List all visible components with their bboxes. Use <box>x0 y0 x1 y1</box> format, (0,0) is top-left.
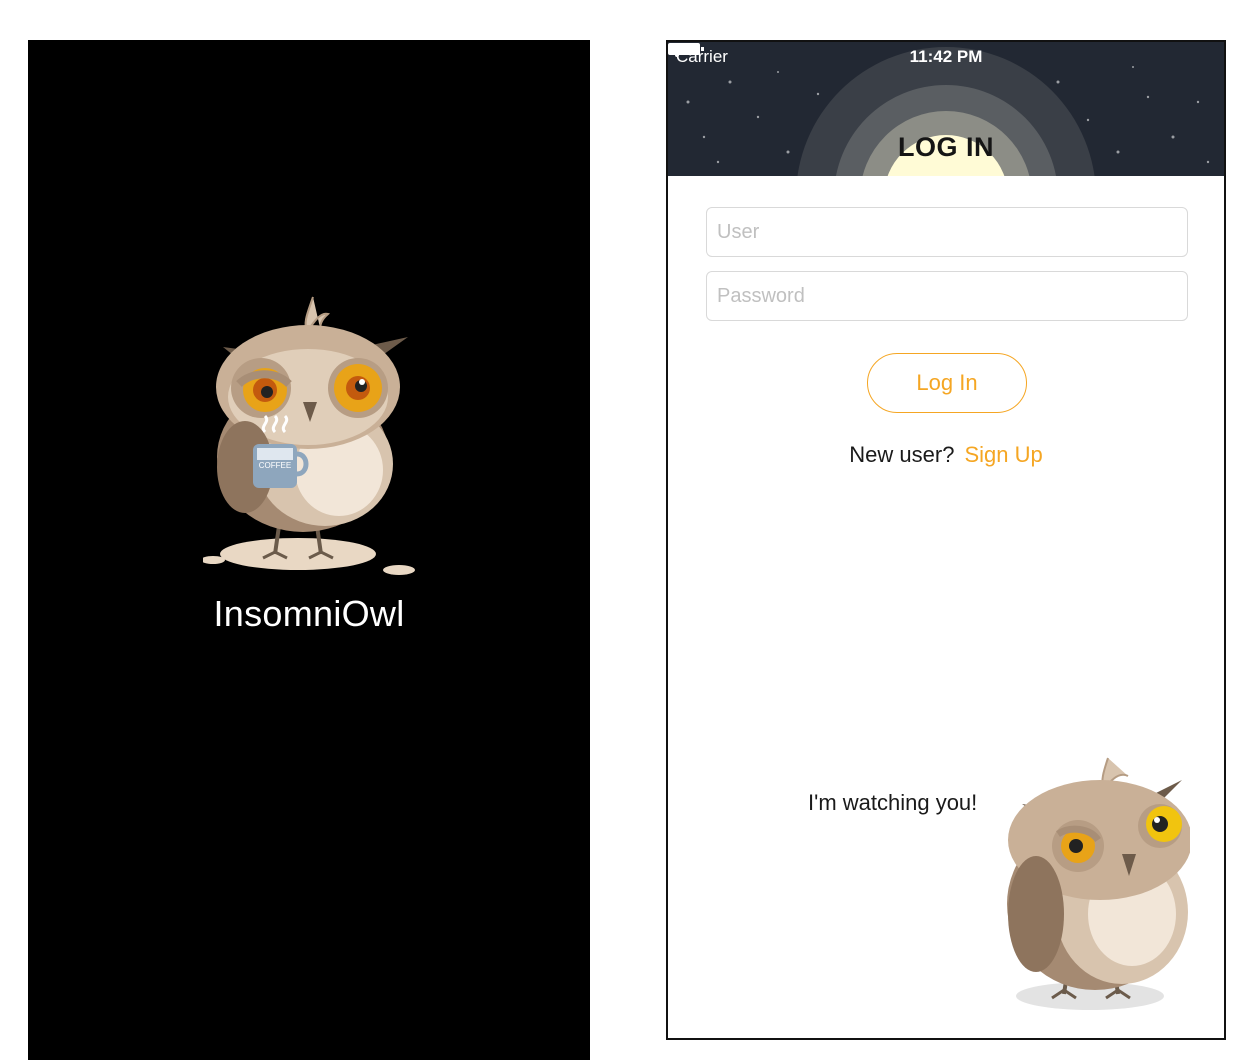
splash-screen: COFFEE InsomniOwl <box>28 40 590 1060</box>
new-user-label: New user? <box>849 442 955 467</box>
password-field[interactable] <box>706 271 1188 321</box>
user-field[interactable] <box>706 207 1188 257</box>
login-screen: Carrier 11:42 PM LOG IN Log In New user?… <box>666 40 1226 1040</box>
status-bar: Carrier 11:42 PM <box>668 42 1224 72</box>
owl-caption: I'm watching you! <box>808 790 978 815</box>
login-button[interactable]: Log In <box>867 353 1027 413</box>
svg-text:COFFEE: COFFEE <box>259 461 291 470</box>
owl-with-coffee-illustration: COFFEE <box>203 296 415 575</box>
page-title: LOG IN <box>898 132 994 162</box>
app-name: InsomniOwl <box>213 593 405 634</box>
night-sky-header: Carrier 11:42 PM LOG IN <box>668 42 1224 176</box>
signup-row: New user? Sign Up <box>668 442 1224 468</box>
signup-link[interactable]: Sign Up <box>964 442 1042 467</box>
watching-owl-illustration <box>1007 757 1190 1010</box>
clock: 11:42 PM <box>909 47 983 66</box>
battery-icon <box>668 43 704 55</box>
